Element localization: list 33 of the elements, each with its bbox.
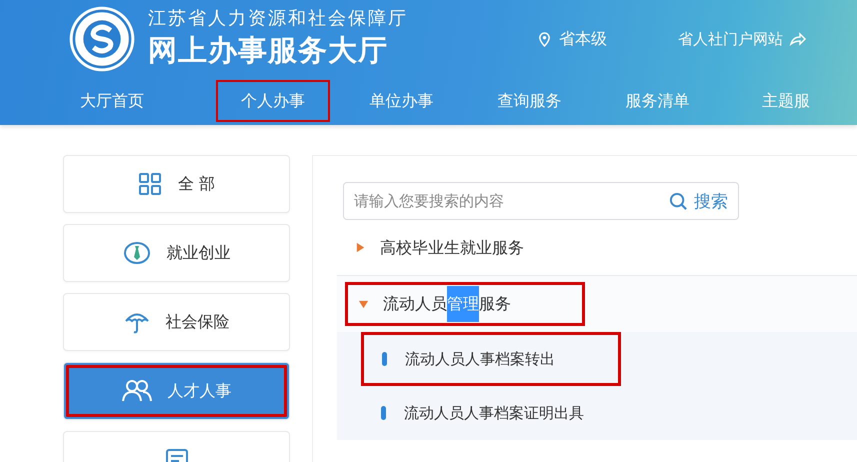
portal-link[interactable]: 省人社门户网站 (678, 30, 783, 48)
bullet-icon (381, 406, 386, 420)
search-button[interactable]: 搜索 (659, 190, 738, 212)
category-button[interactable]: 社会保险 (63, 293, 290, 351)
category-button[interactable]: 全 部 (63, 155, 290, 213)
nav-tab[interactable]: 大厅首页 (66, 80, 168, 122)
caret-down-icon (358, 298, 369, 310)
share-arrow-icon (789, 32, 807, 46)
category-row[interactable]: 流动人员管理服务 (345, 282, 585, 326)
category-label: 流动人员管理服务 (383, 286, 511, 322)
nav-tab[interactable]: 服务清单 (600, 80, 715, 122)
nav-tab[interactable]: 主题服 (728, 80, 843, 122)
region-selector[interactable]: 省本级 (559, 28, 607, 50)
location-pin-icon (538, 32, 551, 46)
nav-tab[interactable]: 查询服务 (472, 80, 587, 122)
nav-tab[interactable]: 个人办事 (216, 80, 330, 122)
people-icon (122, 379, 152, 403)
service-item[interactable]: 流动人员人事档案转出 (361, 332, 621, 386)
category-label: 高校毕业生就业服务 (380, 236, 524, 258)
bullet-icon (382, 352, 387, 366)
nav-tab[interactable]: 单位办事 (344, 80, 458, 122)
service-item[interactable]: 流动人员人事档案证明出具 (337, 386, 644, 440)
grid-icon (138, 172, 162, 196)
category-row[interactable]: 高校毕业生就业服务 (337, 226, 577, 270)
site-title: 网上办事服务大厅 (148, 32, 389, 69)
logo-icon (68, 5, 136, 73)
necktie-icon (122, 241, 150, 265)
search-field[interactable]: 请输入您要搜索的内容 搜索 (343, 182, 739, 220)
category-button[interactable]: 人才人事 (63, 362, 290, 420)
agency-name: 江苏省人力资源和社会保障厅 (148, 8, 409, 30)
category-button[interactable]: 就业创业 (63, 224, 290, 282)
search-icon (669, 192, 688, 210)
caret-right-icon (355, 242, 366, 253)
